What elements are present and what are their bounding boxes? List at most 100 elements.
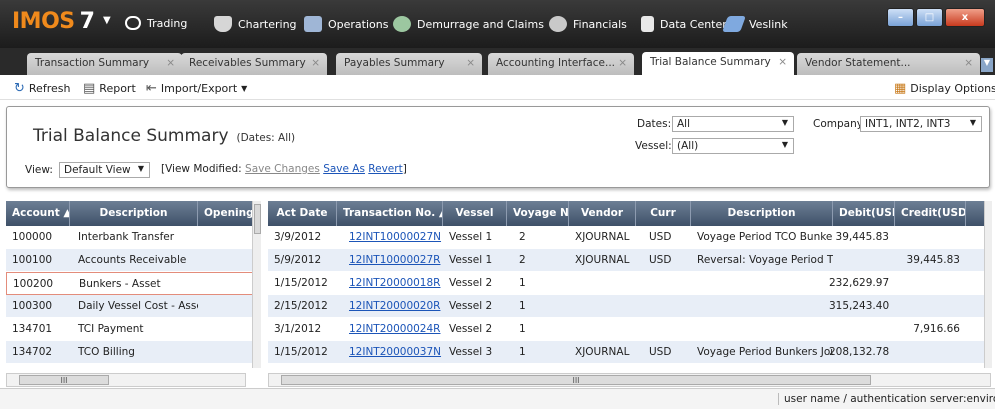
table-row[interactable]: 3/1/2012 12INT20000024R Vessel 2 1 7,916.66 <box>268 318 988 341</box>
window-controls: – □ x <box>887 8 985 27</box>
table-row[interactable]: 5/9/2012 12INT10000027R Vessel 1 2 XJOURNAL U… <box>268 249 988 272</box>
left-vertical-scrollbar[interactable] <box>252 201 261 368</box>
column-header-voyage-no[interactable]: Voyage No. <box>507 201 569 226</box>
revert-link[interactable]: Revert <box>368 163 402 175</box>
dates-select[interactable]: All ▼ <box>672 116 794 132</box>
voyage-no-cell: 1 <box>519 323 526 335</box>
report-button[interactable]: ▤ Report <box>83 81 136 96</box>
table-row[interactable]: 100100 Accounts Receivable <box>6 249 261 272</box>
vessel-label: Vessel: <box>635 140 672 152</box>
save-changes-link[interactable]: Save Changes <box>245 163 320 175</box>
chevron-down-icon: ▼ <box>969 118 976 127</box>
left-horizontal-scrollbar[interactable]: III <box>6 373 246 387</box>
nav-trading[interactable]: Trading <box>125 16 187 30</box>
tab-vendor-statement[interactable]: Vendor Statement... × <box>797 53 980 75</box>
table-row[interactable]: 134702 TCO Billing <box>6 341 261 364</box>
transaction-link[interactable]: 12INT20000037N <box>349 346 441 358</box>
view-select[interactable]: Default View ▼ <box>59 162 150 178</box>
display-options-button[interactable]: ▦Display Options▼ <box>894 81 995 96</box>
close-tab-icon[interactable]: × <box>618 57 627 69</box>
transaction-no-link[interactable]: 12INT10000027R <box>343 249 443 272</box>
tab-payables-summary[interactable]: Payables Summary × <box>336 53 482 75</box>
refresh-button[interactable]: ↻ Refresh <box>14 81 70 96</box>
nav-chartering[interactable]: Chartering <box>214 16 297 32</box>
table-row[interactable]: 100200 Bunkers - Asset <box>6 272 261 295</box>
chevron-down-icon: ▼ <box>781 118 788 127</box>
ship-icon <box>214 16 232 32</box>
tab-accounting-interface[interactable]: Accounting Interface... × <box>488 53 634 75</box>
transaction-no-link[interactable]: 12INT20000018R <box>343 272 443 295</box>
right-horizontal-scrollbar[interactable]: III <box>268 373 991 387</box>
column-header-act-date[interactable]: Act Date <box>268 201 337 226</box>
transaction-link[interactable]: 12INT10000027N <box>349 231 441 243</box>
table-row[interactable]: 100300 Daily Vessel Cost - Asset <box>6 295 261 318</box>
account-cell: 100200 <box>13 278 54 290</box>
transaction-no-link[interactable]: 12INT20000024R <box>343 318 443 341</box>
import-export-button[interactable]: ⇤ Import/Export ▼ <box>146 81 247 96</box>
view-modified-notice: [View Modified: Save Changes Save As Rev… <box>161 163 407 175</box>
imos-logo[interactable]: IMOS 7 <box>12 9 95 34</box>
right-vertical-scrollbar[interactable] <box>984 201 992 368</box>
column-header-account[interactable]: Account ▲ <box>6 201 70 226</box>
column-header-vendor[interactable]: Vendor <box>569 201 636 226</box>
table-row[interactable]: 2/15/2012 12INT20000020R Vessel 2 1 315,243.… <box>268 295 988 318</box>
nav-operations[interactable]: Operations <box>304 16 388 32</box>
transaction-no-link[interactable]: 12INT20000020R <box>343 295 443 318</box>
credit-cell: 39,445.83 <box>906 254 960 266</box>
transaction-link[interactable]: 12INT10000027R <box>349 254 440 266</box>
description-cell: Voyage Period TCO Bunker Ac <box>697 231 833 243</box>
act-date-cell: 1/15/2012 <box>274 346 328 358</box>
maximize-button[interactable]: □ <box>916 8 943 27</box>
column-header-description[interactable]: Description <box>70 201 198 226</box>
vessel-select[interactable]: (All) ▼ <box>672 138 794 154</box>
tab-overflow-icon[interactable]: ▼ <box>981 58 993 72</box>
tab-receivables-summary[interactable]: Receivables Summary × <box>181 53 327 75</box>
vendor-cell: XJOURNAL <box>575 346 630 358</box>
nav-veslink[interactable]: Veslink <box>722 16 788 32</box>
transaction-no-link[interactable]: 12INT10000027N <box>343 226 443 249</box>
column-header-description[interactable]: Description <box>691 201 833 226</box>
nav-demurrage-claims[interactable]: Demurrage and Claims <box>393 16 544 32</box>
minimize-button[interactable]: – <box>887 8 914 27</box>
close-tab-icon[interactable]: × <box>778 56 787 68</box>
vessel-cell: Vessel 3 <box>449 346 493 358</box>
transaction-link[interactable]: 12INT20000020R <box>349 300 440 312</box>
close-tab-icon[interactable]: × <box>166 57 175 69</box>
chevron-down-icon: ▼ <box>781 140 788 149</box>
transaction-link[interactable]: 12INT20000024R <box>349 323 440 335</box>
transaction-link[interactable]: 12INT20000018R <box>349 277 440 289</box>
curr-cell: USD <box>649 346 672 358</box>
close-tab-icon[interactable]: × <box>964 57 973 69</box>
table-row[interactable]: 100000 Interbank Transfer <box>6 226 261 249</box>
table-row[interactable]: 134701 TCI Payment <box>6 318 261 341</box>
column-header-vessel[interactable]: Vessel <box>443 201 507 226</box>
globe-icon <box>393 16 411 32</box>
close-button[interactable]: x <box>945 8 985 27</box>
debit-cell: 208,132.78 <box>829 346 890 358</box>
scrollbar-thumb[interactable]: III <box>19 375 109 385</box>
close-tab-icon[interactable]: × <box>311 57 320 69</box>
column-header-debit[interactable]: Debit(USD) <box>833 201 895 226</box>
nav-financials[interactable]: Financials <box>549 16 627 32</box>
table-row[interactable]: 1/15/2012 12INT20000037N Vessel 3 1 XJOURNAL… <box>268 341 988 364</box>
tab-transaction-summary[interactable]: Transaction Summary × <box>27 53 182 75</box>
nav-data-center[interactable]: Data Center <box>641 16 727 32</box>
scrollbar-thumb[interactable]: III <box>281 375 871 385</box>
column-header-credit[interactable]: Credit(USD) <box>895 201 966 226</box>
chevron-down-icon[interactable]: ▼ <box>103 15 111 26</box>
column-header-curr[interactable]: Curr <box>636 201 691 226</box>
scrollbar-thumb[interactable] <box>254 204 261 234</box>
transaction-no-link[interactable]: 12INT20000037N <box>343 341 443 364</box>
voyage-no-cell: 1 <box>519 300 526 312</box>
column-header-transaction-no[interactable]: Transaction No. ▲ <box>337 201 443 226</box>
company-label: Company: <box>813 118 866 130</box>
company-select[interactable]: INT1, INT2, INT3 ▼ <box>860 116 982 132</box>
table-row[interactable]: 1/15/2012 12INT20000018R Vessel 2 1 232,629.… <box>268 272 988 295</box>
save-as-link[interactable]: Save As <box>323 163 365 175</box>
tab-trial-balance-summary[interactable]: Trial Balance Summary × <box>642 52 794 75</box>
vendor-cell: XJOURNAL <box>575 231 630 243</box>
close-tab-icon[interactable]: × <box>466 57 475 69</box>
refresh-icon: ↻ <box>14 81 25 96</box>
act-date-cell: 5/9/2012 <box>274 254 322 266</box>
table-row[interactable]: 3/9/2012 12INT10000027N Vessel 1 2 XJOURNAL U… <box>268 226 988 249</box>
